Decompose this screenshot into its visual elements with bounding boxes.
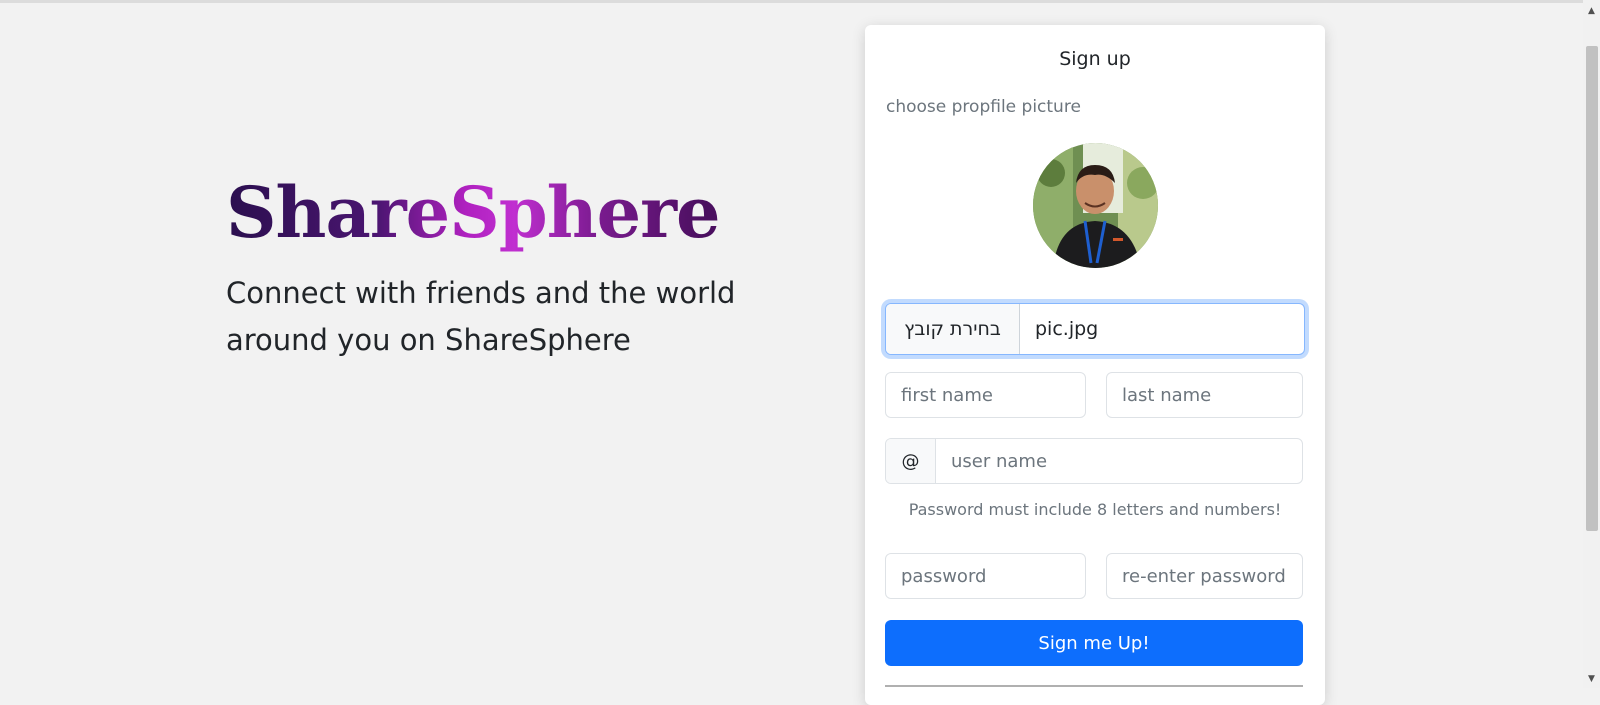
- tagline: Connect with friends and the world aroun…: [226, 276, 736, 357]
- divider: [885, 685, 1303, 687]
- password-hint: Password must include 8 letters and numb…: [908, 500, 1282, 519]
- scroll-thumb[interactable]: [1586, 46, 1598, 531]
- username-field: @: [885, 438, 1303, 484]
- at-sign-addon: @: [886, 439, 936, 483]
- scroll-down-icon[interactable]: ▼: [1583, 671, 1600, 688]
- scroll-up-icon[interactable]: ▲: [1583, 3, 1600, 20]
- profile-picture-label: choose propfile picture: [886, 97, 1081, 117]
- avatar-image: [1033, 143, 1158, 268]
- brand-logo: ShareSphere: [226, 170, 826, 256]
- username-input[interactable]: [936, 439, 1302, 483]
- password-input[interactable]: [885, 553, 1086, 599]
- last-name-input[interactable]: [1106, 372, 1303, 418]
- choose-file-button[interactable]: בחירת קובץ: [886, 304, 1020, 354]
- selected-file-name: pic.jpg: [1035, 318, 1099, 340]
- profile-picture-preview: [1033, 143, 1158, 268]
- signup-title: Sign up: [1059, 48, 1131, 70]
- signup-card: Sign up choose propfile picture בחירת קו…: [865, 25, 1325, 705]
- first-name-input[interactable]: [885, 372, 1086, 418]
- file-upload-field[interactable]: בחירת קובץ pic.jpg: [885, 303, 1305, 355]
- hero-section: ShareSphere Connect with friends and the…: [226, 170, 826, 364]
- sign-up-button[interactable]: Sign me Up!: [885, 620, 1303, 666]
- reenter-password-input[interactable]: [1106, 553, 1303, 599]
- page-scrollbar[interactable]: ▲ ▼: [1583, 0, 1600, 688]
- top-border: [0, 0, 1583, 3]
